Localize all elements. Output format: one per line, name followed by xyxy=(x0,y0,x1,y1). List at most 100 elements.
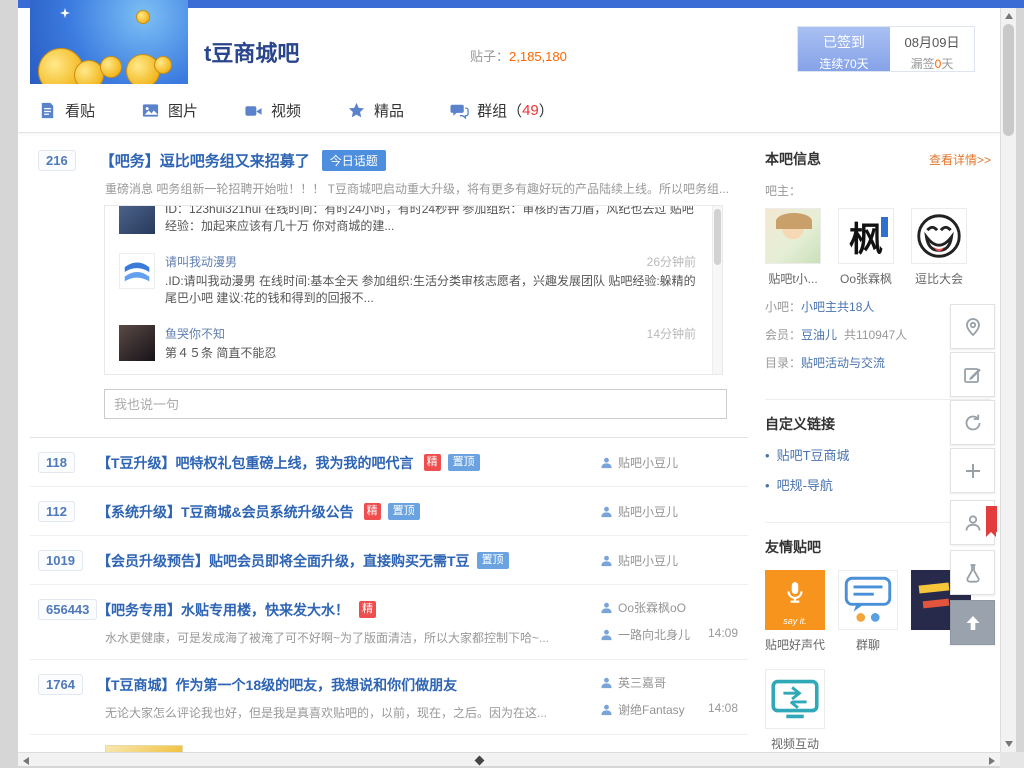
thread-item[interactable] xyxy=(30,735,748,752)
thread-title-link[interactable]: 【T豆商城】作为第一个18级的吧友，我想说和你们做朋友 xyxy=(97,675,457,695)
admin-avatar[interactable] xyxy=(911,208,967,264)
video-screen-icon xyxy=(766,670,824,728)
admin-card[interactable]: 贴吧t小... xyxy=(765,208,821,287)
admin-card[interactable]: 枫 Oo张霖枫 xyxy=(838,208,894,287)
add-button[interactable] xyxy=(950,448,995,493)
coin-graphic xyxy=(136,10,150,24)
forum-nav: 看贴 图片 视频 精品 群组（49） xyxy=(18,88,1000,133)
forum-avatar-image[interactable] xyxy=(30,0,188,84)
location-pin-button[interactable] xyxy=(950,304,995,349)
user-icon xyxy=(600,505,613,518)
tab-groups[interactable]: 群组（49） xyxy=(450,100,554,121)
signin-date: 08月09日 xyxy=(890,32,974,51)
admin-avatar[interactable]: 枫 xyxy=(838,208,894,264)
thread-author[interactable]: 贴吧小豆儿 xyxy=(600,552,678,569)
group-count: 49 xyxy=(522,102,539,119)
user-avatar[interactable] xyxy=(119,325,155,361)
friend-forum-card[interactable]: say it. 贴吧好声代 xyxy=(765,570,825,653)
view-details-link[interactable]: 查看详情>> xyxy=(929,151,991,168)
user-icon xyxy=(600,456,613,469)
sticky-badge: 置顶 xyxy=(448,454,480,471)
microphone-icon xyxy=(782,578,808,608)
thread-title-link[interactable]: 【系统升级】T豆商城&会员系统升级公告 xyxy=(97,502,354,522)
user-icon xyxy=(600,703,613,716)
posts-counter: 贴子：2,185,180 xyxy=(470,46,567,65)
signed-panel[interactable]: 已签到 连续70天 xyxy=(798,27,890,71)
last-reply-author[interactable]: 一路向北身儿 xyxy=(600,626,690,643)
admin-name[interactable]: Oo张霖枫 xyxy=(838,270,894,287)
reply-count: 656443 xyxy=(38,599,97,620)
today-topic-badge: 今日话题 xyxy=(322,150,386,171)
video-icon xyxy=(244,101,263,120)
coin-graphic xyxy=(100,56,122,78)
thread-title-link[interactable]: 【吧务专用】水贴专用楼，快来发大水！ xyxy=(97,600,349,620)
thread-author[interactable]: 贴吧小豆儿 xyxy=(600,454,678,471)
voice-forum-tile[interactable]: say it. xyxy=(765,570,825,630)
lab-button[interactable] xyxy=(950,550,995,595)
reply-author[interactable]: 鱼哭你不知 xyxy=(165,325,225,342)
thread-title-link[interactable]: 【T豆升级】吧特权礼包重磅上线，我为我的吧代言 xyxy=(97,453,414,473)
sub-admins-link[interactable]: 小吧主共18人 xyxy=(801,300,874,314)
reply-count: 216 xyxy=(38,150,76,171)
thread-title-link[interactable]: 【吧务】逗比吧务组又来招募了 xyxy=(100,150,310,171)
video-forum-tile[interactable] xyxy=(765,669,825,729)
thread-list-column: 216 【吧务】逗比吧务组又来招募了 今日话题 重磅消息 吧务组新一轮招聘开始啦… xyxy=(30,134,748,752)
quick-comment-input[interactable] xyxy=(104,389,727,419)
scroll-up-arrow[interactable] xyxy=(1005,13,1013,19)
admin-card[interactable]: 逗比大会 xyxy=(911,208,967,287)
user-avatar[interactable] xyxy=(119,253,155,289)
friend-forum-card[interactable]: 群聊 xyxy=(838,570,898,653)
thread-item[interactable]: 112 【系统升级】T豆商城&会员系统升级公告 精 置顶 贴吧小豆儿 xyxy=(30,487,748,536)
signin-widget[interactable]: 已签到 连续70天 08月09日 漏签0天 xyxy=(797,26,975,72)
reply-item: ID：123hui321hui 在线时间：有时24小时，有时24秒钟 参加组织：… xyxy=(105,205,722,243)
tab-posts[interactable]: 看贴 xyxy=(38,100,95,121)
compose-button[interactable] xyxy=(950,352,995,397)
user-avatar[interactable] xyxy=(119,205,155,234)
thread-item[interactable]: 1019 【会员升级预告】贴吧会员即将全面升级，直接购买无需T豆 置顶 贴吧小豆… xyxy=(30,536,748,585)
scrollbar-thumb[interactable] xyxy=(1003,24,1014,136)
thread-title-link[interactable]: 【会员升级预告】贴吧会员即将全面升级，直接购买无需T豆 xyxy=(97,551,470,571)
group-chat-tile[interactable] xyxy=(838,570,898,630)
tab-videos[interactable]: 视频 xyxy=(244,100,301,121)
scrollbar-handle[interactable] xyxy=(475,756,485,766)
thread-author[interactable]: 贴吧小豆儿 xyxy=(600,503,678,520)
friend-forum-card[interactable]: 视频互动 xyxy=(765,669,825,752)
scroll-right-arrow[interactable] xyxy=(989,757,995,765)
tab-pictures[interactable]: 图片 xyxy=(141,100,198,121)
admin-name[interactable]: 贴吧t小... xyxy=(765,270,821,287)
replies-scrollbar[interactable] xyxy=(712,206,722,374)
admin-avatar[interactable] xyxy=(765,208,821,264)
sparkle-graphic xyxy=(60,8,70,18)
scroll-down-arrow[interactable] xyxy=(1005,741,1013,747)
thread-author[interactable]: Oo张霖枫oO xyxy=(600,599,686,616)
tab-featured[interactable]: 精品 xyxy=(347,100,404,121)
arrow-up-icon xyxy=(962,612,984,634)
horizontal-scrollbar[interactable] xyxy=(18,752,1000,766)
reply-item: 鱼哭你不知 14分钟前 第４５条 简直不能忍 xyxy=(105,315,722,370)
thread-thumbnail[interactable] xyxy=(105,745,183,752)
plus-icon xyxy=(962,460,984,482)
owner-label: 吧主： xyxy=(765,182,991,199)
forum-info-title: 本吧信息 xyxy=(765,149,821,169)
reply-count: 1764 xyxy=(38,674,83,695)
category-link[interactable]: 贴吧活动与交流 xyxy=(801,356,885,370)
hot-replies-box: ID：123hui321hui 在线时间：有时24小时，有时24秒钟 参加组织：… xyxy=(104,205,723,375)
refresh-button[interactable] xyxy=(950,400,995,445)
vertical-scrollbar[interactable] xyxy=(1000,8,1016,752)
scrollbar-thumb[interactable] xyxy=(714,209,721,265)
scroll-left-arrow[interactable] xyxy=(23,757,29,765)
admin-name[interactable]: 逗比大会 xyxy=(911,270,967,287)
reply-author[interactable]: 请叫我动漫男 xyxy=(165,253,237,270)
member-button[interactable] xyxy=(950,500,995,545)
forum-title: t豆商城吧 xyxy=(204,36,299,68)
member-title-link[interactable]: 豆油儿 xyxy=(801,328,837,342)
thread-item[interactable]: 1764 【T豆商城】作为第一个18级的吧友，我想说和你们做朋友 无论大家怎么评… xyxy=(30,660,748,735)
thread-item[interactable]: 656443 【吧务专用】水贴专用楼，快来发大水！ 精 水水更健康，可是发成海了… xyxy=(30,585,748,660)
signed-label: 已签到 xyxy=(798,32,890,52)
tab-label: 精品 xyxy=(374,100,404,121)
last-reply-author[interactable]: 谢绝Fantasy xyxy=(600,701,685,718)
back-to-top-button[interactable] xyxy=(950,600,995,645)
thread-author[interactable]: 英三嘉哥 xyxy=(600,674,666,691)
thread-item[interactable]: 118 【T豆升级】吧特权礼包重磅上线，我为我的吧代言 精 置顶 贴吧小豆儿 xyxy=(30,438,748,487)
reply-count: 1019 xyxy=(38,550,83,571)
